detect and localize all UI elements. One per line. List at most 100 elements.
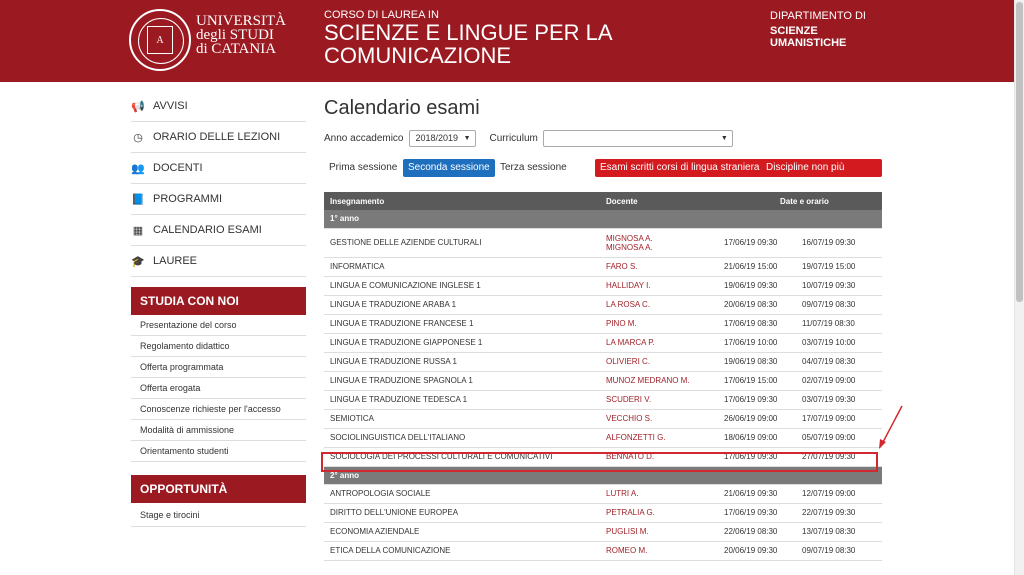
teacher-link[interactable]: ALFONZETTI G. [606, 428, 724, 448]
course-cell[interactable]: LINGUA E TRADUZIONE RUSSA 1 [324, 352, 606, 372]
date-cell: 17/06/19 15:00 [724, 371, 802, 391]
course-cell[interactable]: LINGUA E TRADUZIONE TEDESCA 1 [324, 390, 606, 410]
course-cell[interactable]: INFORMATICA [324, 257, 606, 277]
sidebar-item-docenti[interactable]: 👥 DOCENTI [131, 153, 306, 184]
table-row: SOCIOLINGUISTICA DELL'ITALIANO ALFONZETTI… [324, 428, 882, 448]
sidebar-item-lauree[interactable]: 🎓 LAUREE [131, 246, 306, 277]
date-cell: 21/06/19 15:00 [724, 257, 802, 277]
course-cell[interactable]: LINGUA E TRADUZIONE FRANCESE 1 [324, 314, 606, 334]
anno-select[interactable]: 2018/2019 ▼ [408, 129, 476, 147]
date-cell: 20/06/19 09:30 [724, 541, 802, 561]
date-cell: 17/06/19 09:30 [724, 228, 802, 258]
link-conoscenze-richieste[interactable]: Conoscenze richieste per l'accesso [131, 399, 306, 420]
course-cell[interactable]: LINGUA E COMUNICAZIONE INGLESE 1 [324, 276, 606, 296]
course-cell[interactable]: DIRITTO DELL'UNIONE EUROPEA [324, 503, 606, 523]
teacher-link[interactable]: ROMEO M. [606, 541, 724, 561]
anno-label: Anno accademico [324, 132, 404, 144]
esami-lingua-straniera-button[interactable]: Esami scritti corsi di lingua straniera [595, 159, 765, 177]
scrollbar-thumb[interactable] [1016, 2, 1023, 302]
teacher-cell: MIGNOSA A. MIGNOSA A. [606, 228, 724, 258]
corso-title[interactable]: SCIENZE E LINGUE PER LA COMUNICAZIONE [324, 21, 654, 67]
date-cell: 11/07/19 08:30 [802, 314, 882, 334]
date-cell: 09/07/19 08:30 [802, 295, 882, 315]
sidebar-item-avvisi[interactable]: 📢 AVVISI [131, 91, 306, 122]
chevron-down-icon: ▼ [720, 134, 728, 142]
opportunita-box: OPPORTUNITÀ Stage e tirocini [131, 475, 306, 527]
teacher-link[interactable]: VECCHIO S. [606, 409, 724, 429]
teacher-link[interactable]: PETRALIA G. [606, 503, 724, 523]
curriculum-label: Curriculum [489, 132, 538, 144]
annotation-highlight-box [321, 452, 878, 472]
tab-terza-sessione[interactable]: Terza sessione [495, 159, 572, 177]
link-presentazione[interactable]: Presentazione del corso [131, 315, 306, 336]
link-orientamento[interactable]: Orientamento studenti [131, 441, 306, 462]
table-header-row: Insegnamento Docente Date e orario [324, 192, 882, 210]
date-cell: 26/06/19 09:00 [724, 409, 802, 429]
teacher-link[interactable]: PINO M. [606, 314, 724, 334]
dipartimento-label: DIPARTIMENTO DI [770, 10, 866, 22]
university-name[interactable]: UNIVERSITÀ degli STUDI di CATANIA [196, 13, 286, 57]
studia-con-noi-box: STUDIA CON NOI Presentazione del corso R… [131, 287, 306, 462]
sidebar-item-orario[interactable]: ◷ ORARIO DELLE LEZIONI [131, 122, 306, 153]
table-row: DIRITTO DELL'UNIONE EUROPEA PETRALIA G. 17… [324, 503, 882, 523]
teacher-link[interactable]: MIGNOSA A. [606, 243, 724, 252]
course-cell[interactable]: SEMIOTICA [324, 409, 606, 429]
table-row: LINGUA E TRADUZIONE RUSSA 1 OLIVIERI C. 19… [324, 352, 882, 372]
annotation-arrow-icon [879, 405, 903, 449]
course-cell[interactable]: SOCIOLINGUISTICA DELL'ITALIANO [324, 428, 606, 448]
teacher-link[interactable]: OLIVIERI C. [606, 352, 724, 372]
teacher-link[interactable]: FARO S. [606, 257, 724, 277]
date-cell: 17/06/19 10:00 [724, 333, 802, 353]
sidebar-item-label: DOCENTI [153, 162, 203, 174]
link-regolamento[interactable]: Regolamento didattico [131, 336, 306, 357]
course-cell[interactable]: LINGUA E TRADUZIONE ARABA 1 [324, 295, 606, 315]
link-offerta-programmata[interactable]: Offerta programmata [131, 357, 306, 378]
teacher-link[interactable]: MUNOZ MEDRANO M. [606, 371, 724, 391]
link-offerta-erogata[interactable]: Offerta erogata [131, 378, 306, 399]
teacher-link[interactable]: LA ROSA C. [606, 295, 724, 315]
table-row: LINGUA E TRADUZIONE GIAPPONESE 1 LA MARCA… [324, 333, 882, 353]
university-seal-logo[interactable]: A [129, 9, 191, 71]
dipartimento-title[interactable]: SCIENZE UMANISTICHE [770, 25, 890, 49]
date-cell: 17/06/19 09:30 [724, 390, 802, 410]
sidebar-item-programmi[interactable]: 📘 PROGRAMMI [131, 184, 306, 215]
university-name-line-3: di CATANIA [196, 41, 277, 57]
teacher-link[interactable]: LUTRI A. [606, 484, 724, 504]
page-scrollbar[interactable] [1014, 0, 1024, 575]
table-row: ECONOMIA AZIENDALE PUGLISI M. 22/06/19 08:… [324, 522, 882, 542]
curriculum-select[interactable]: ▼ [542, 129, 733, 147]
link-stage-tirocini[interactable]: Stage e tirocini [131, 503, 306, 527]
course-cell[interactable]: LINGUA E TRADUZIONE SPAGNOLA 1 [324, 371, 606, 391]
tab-seconda-sessione[interactable]: Seconda sessione [403, 159, 495, 177]
date-cell: 10/07/19 09:30 [802, 276, 882, 296]
course-cell[interactable]: GESTIONE DELLE AZIENDE CULTURALI [324, 228, 606, 258]
tab-prima-sessione[interactable]: Prima sessione [324, 159, 402, 177]
teacher-link[interactable]: PUGLISI M. [606, 522, 724, 542]
teacher-link[interactable]: SCUDERI V. [606, 390, 724, 410]
teacher-link[interactable]: LA MARCA P. [606, 333, 724, 353]
teacher-link[interactable]: MIGNOSA A. [606, 234, 724, 243]
date-cell: 17/06/19 08:30 [724, 314, 802, 334]
date-cell: 04/07/19 08:30 [802, 352, 882, 372]
date-cell: 20/06/19 08:30 [724, 295, 802, 315]
course-cell[interactable]: ANTROPOLOGIA SOCIALE [324, 484, 606, 504]
studia-con-noi-heading: STUDIA CON NOI [131, 287, 306, 315]
sidebar-item-label: ORARIO DELLE LEZIONI [153, 131, 281, 143]
date-cell: 18/06/19 09:00 [724, 428, 802, 448]
discipline-non-erogate-button[interactable]: Discipline non più erogate [761, 159, 882, 191]
date-cell: 16/07/19 09:30 [802, 228, 882, 258]
date-cell: 21/06/19 09:30 [724, 484, 802, 504]
course-cell[interactable]: LINGUA E TRADUZIONE GIAPPONESE 1 [324, 333, 606, 353]
course-cell[interactable]: ETICA DELLA COMUNICAZIONE [324, 541, 606, 561]
teacher-link[interactable]: HALLIDAY I. [606, 276, 724, 296]
university-name-line-1: UNIVERSITÀ [196, 13, 286, 29]
link-modalita-ammissione[interactable]: Modalità di ammissione [131, 420, 306, 441]
table-row: LINGUA E TRADUZIONE TEDESCA 1 SCUDERI V. 1… [324, 390, 882, 410]
date-cell: 22/06/19 08:30 [724, 522, 802, 542]
page-title: Calendario esami [324, 97, 480, 119]
book-icon: 📘 [131, 193, 145, 206]
date-cell: 02/07/19 09:00 [802, 371, 882, 391]
course-cell[interactable]: ECONOMIA AZIENDALE [324, 522, 606, 542]
sidebar-item-calendario-esami[interactable]: ▦ CALENDARIO ESAMI [131, 215, 306, 246]
table-row: ANTROPOLOGIA SOCIALE LUTRI A. 21/06/19 09:… [324, 484, 882, 504]
